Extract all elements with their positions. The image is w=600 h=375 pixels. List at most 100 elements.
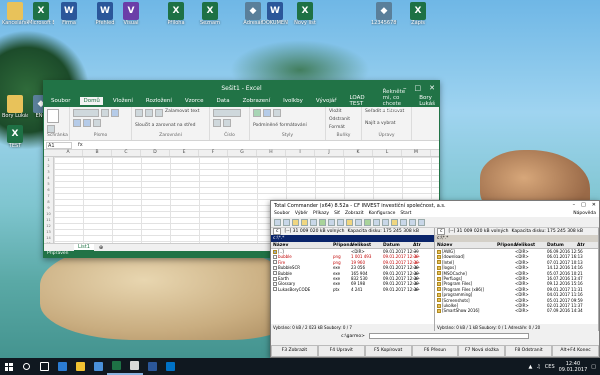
- brief-view-icon[interactable]: [292, 219, 299, 226]
- add-sheet-icon[interactable]: ⊕: [99, 245, 103, 251]
- account-name[interactable]: Bory Lukáš: [419, 95, 439, 107]
- pack-icon[interactable]: [355, 219, 362, 226]
- column-header[interactable]: A: [54, 150, 83, 156]
- column-header[interactable]: J: [315, 150, 344, 156]
- unpack-icon[interactable]: [364, 219, 371, 226]
- menu-file[interactable]: Soubor: [274, 211, 290, 216]
- col-attr[interactable]: Atr: [577, 242, 595, 249]
- column-header[interactable]: I: [286, 150, 315, 156]
- number-format-select[interactable]: [213, 109, 241, 117]
- outlook-taskbar-icon[interactable]: [161, 358, 179, 375]
- tc-title-bar[interactable]: Total Commander (x64) 8.52a - CF INVEST …: [271, 201, 599, 210]
- menu-help[interactable]: Nápověda: [573, 211, 599, 216]
- font-name-select[interactable]: [73, 109, 99, 117]
- fkey-button[interactable]: F7 Nová složka: [458, 345, 506, 357]
- wrap-text-button[interactable]: Zalamovat text: [165, 109, 199, 114]
- col-size[interactable]: Velikost: [351, 242, 383, 249]
- left-path[interactable]: c:\*.*: [271, 235, 434, 242]
- col-size[interactable]: Velikost: [515, 242, 547, 249]
- network-icon[interactable]: ▲: [528, 364, 532, 370]
- left-panel[interactable]: c [--] 31 009 020 kB volných Kapacita di…: [271, 228, 435, 331]
- notifications-icon[interactable]: □: [591, 364, 596, 370]
- left-file-list[interactable]: [..] <DIR> 09.01.2017 12:39— bubble png 1 001…: [271, 249, 434, 324]
- insert-cells-button[interactable]: Vložit: [329, 109, 358, 114]
- desktop-icon-visual[interactable]: V Visual: [118, 2, 144, 26]
- col-attr[interactable]: Atr: [413, 242, 431, 249]
- close-icon[interactable]: ✕: [429, 84, 435, 92]
- desktop-icon-excel[interactable]: XMicrosoft Excel: [28, 2, 54, 26]
- align-center-icon[interactable]: [145, 109, 153, 117]
- find-icon[interactable]: [391, 219, 398, 226]
- column-header[interactable]: K: [344, 150, 373, 156]
- column-header[interactable]: D: [141, 150, 170, 156]
- cmd-input[interactable]: [368, 333, 529, 339]
- cell-styles-icon[interactable]: [273, 109, 281, 117]
- refresh-icon[interactable]: [274, 219, 281, 226]
- total-commander-taskbar-icon[interactable]: [125, 358, 143, 375]
- right-panel[interactable]: c [--] 31 009 020 kB volných Kapacita di…: [435, 228, 599, 331]
- underline-icon[interactable]: [83, 119, 91, 127]
- col-ext[interactable]: Přípona: [333, 242, 353, 249]
- col-ext[interactable]: Přípona: [497, 242, 517, 249]
- clock[interactable]: 12:40 09.01.2017: [559, 361, 588, 373]
- tab-file[interactable]: Soubor: [48, 97, 73, 105]
- col-name[interactable]: Název: [273, 242, 333, 249]
- fkey-button[interactable]: F8 Odstranit: [505, 345, 553, 357]
- column-header[interactable]: E: [170, 150, 199, 156]
- conditional-format-button[interactable]: Podmíněné formátování: [253, 123, 307, 128]
- desktop-icon-graphic[interactable]: ◆1234567890: [371, 2, 397, 26]
- column-header[interactable]: C: [112, 150, 141, 156]
- tree-icon[interactable]: [283, 219, 290, 226]
- right-file-list[interactable]: [AWG] <DIR> 06.09.2016 12:56 [download] <DIR…: [435, 249, 598, 324]
- desktop-icon-excel[interactable]: X Nový list: [292, 2, 318, 26]
- desktop-icon-excel[interactable]: X Seznam: [197, 2, 223, 26]
- desktop-icon-excel[interactable]: X Příloha: [163, 2, 189, 26]
- store-icon[interactable]: [89, 358, 107, 375]
- tab-view[interactable]: Zobrazení: [240, 97, 274, 105]
- ftp-icon[interactable]: [373, 219, 380, 226]
- desktop-icon-excel[interactable]: X TEST: [2, 125, 28, 149]
- fkey-button[interactable]: F4 Upravit: [317, 345, 365, 357]
- tab-load-test[interactable]: LOAD TEST: [347, 94, 368, 108]
- file-row[interactable]: [SmartShow 2016] <DIR> 07.09.2016 14:34: [435, 308, 598, 313]
- align-left-icon[interactable]: [135, 109, 143, 117]
- menu-show[interactable]: Zobrazit: [345, 211, 364, 216]
- format-cells-button[interactable]: Formát: [329, 125, 358, 130]
- start-button[interactable]: [0, 358, 17, 375]
- format-table-icon[interactable]: [263, 109, 271, 117]
- search-icon[interactable]: [17, 358, 35, 375]
- tab-ivolkby[interactable]: Ivolkby: [280, 97, 306, 105]
- tab-developer[interactable]: Vývojář: [313, 97, 340, 105]
- desktop-icon-folder[interactable]: Bory Lukáš: [2, 95, 28, 119]
- fkey-button[interactable]: F3 Zobrazit: [271, 345, 318, 357]
- file-explorer-icon[interactable]: [71, 358, 89, 375]
- fkey-button[interactable]: F5 Kopírovat: [364, 345, 412, 357]
- full-view-icon[interactable]: [301, 219, 308, 226]
- fill-color-icon[interactable]: [93, 119, 101, 127]
- left-drive-select[interactable]: c: [273, 228, 282, 235]
- notepad-icon[interactable]: [418, 219, 425, 226]
- back-icon[interactable]: [337, 219, 344, 226]
- bold-icon[interactable]: [111, 109, 119, 117]
- total-commander-window[interactable]: Total Commander (x64) 8.52a - CF INVEST …: [270, 200, 600, 358]
- sort-icon[interactable]: [319, 219, 326, 226]
- word-taskbar-icon[interactable]: [143, 358, 161, 375]
- volume-icon[interactable]: ♫: [536, 364, 540, 370]
- tab-layout[interactable]: Rozložení: [143, 97, 175, 105]
- excel-title-bar[interactable]: Sešit1 - Excel – □ ✕: [44, 81, 439, 95]
- fkey-button[interactable]: F6 Přesun: [411, 345, 459, 357]
- maximize-icon[interactable]: □: [415, 84, 422, 92]
- col-date[interactable]: Datum: [383, 242, 413, 249]
- menu-mark[interactable]: Výběr: [295, 211, 308, 216]
- excel-taskbar-icon[interactable]: [107, 358, 125, 375]
- language-indicator[interactable]: CES: [545, 364, 555, 370]
- tab-insert[interactable]: Vložení: [110, 97, 136, 105]
- rename-icon[interactable]: [400, 219, 407, 226]
- invert-icon[interactable]: [328, 219, 335, 226]
- right-path[interactable]: c:\*.*: [435, 235, 598, 242]
- thumbnails-icon[interactable]: [310, 219, 317, 226]
- minimize-icon[interactable]: –: [573, 202, 576, 208]
- menu-commands[interactable]: Příkazy: [313, 211, 329, 216]
- task-view-icon[interactable]: [35, 358, 53, 375]
- desktop-icon-folder[interactable]: Kancelářské: [2, 2, 28, 26]
